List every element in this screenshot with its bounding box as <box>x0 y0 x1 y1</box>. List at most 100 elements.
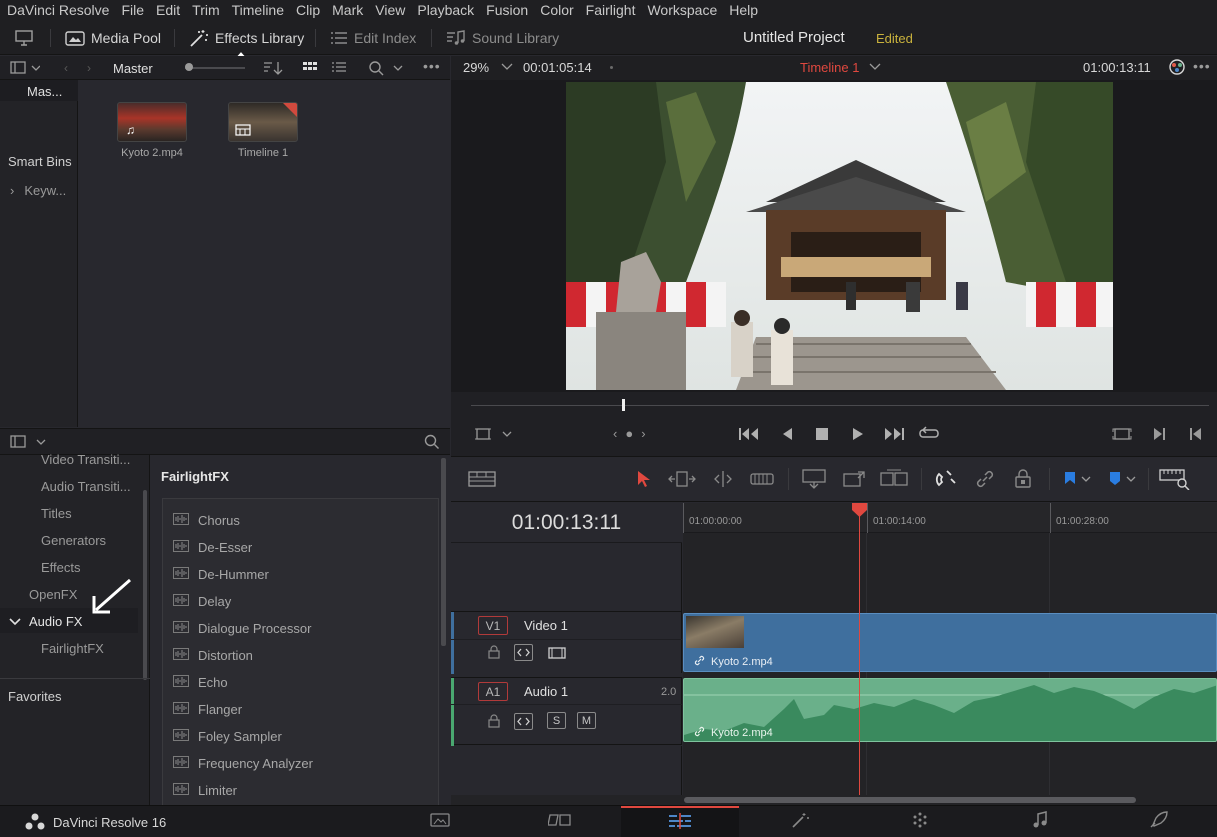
marker-icon[interactable] <box>1107 470 1137 493</box>
forward-nav-icon[interactable]: › <box>87 61 91 75</box>
fx-item-flanger[interactable]: Flanger <box>173 699 242 719</box>
mute-button[interactable]: M <box>577 712 596 729</box>
play-reverse-icon[interactable] <box>780 426 794 447</box>
list-view-icon[interactable] <box>331 61 347 80</box>
menu-edit[interactable]: Edit <box>150 2 186 18</box>
timeline-selector[interactable]: Timeline 1 <box>800 60 859 75</box>
tree-video-transitions[interactable]: Video Transiti... <box>41 452 130 467</box>
zoom-level[interactable]: 29% <box>463 60 489 75</box>
fx-item-de-esser[interactable]: De-Esser <box>173 537 252 557</box>
tree-fairlightfx[interactable]: FairlightFX <box>41 641 104 656</box>
thumbnail-size-slider[interactable] <box>185 67 245 69</box>
video-clip[interactable]: Kyoto 2.mp4 <box>683 613 1217 672</box>
mark-out-icon[interactable] <box>1188 426 1204 447</box>
smart-bin-keywords[interactable]: › Keyw... <box>10 183 66 198</box>
viewer-options-icon[interactable] <box>475 426 513 447</box>
fairlight-page-button[interactable] <box>981 806 1099 837</box>
clip-thumbnail-kyoto[interactable]: ♫ <box>117 102 187 142</box>
audio-clip[interactable]: Kyoto 2.mp4 <box>683 678 1217 742</box>
menu-workspace[interactable]: Workspace <box>641 2 723 18</box>
replace-clip-icon[interactable] <box>879 469 909 494</box>
timeline-scrollbar[interactable] <box>684 797 1136 803</box>
playhead[interactable] <box>859 503 860 795</box>
loop-icon[interactable] <box>918 425 940 448</box>
slider-handle[interactable] <box>185 63 193 71</box>
tree-titles[interactable]: Titles <box>41 506 72 521</box>
fx-item-foley-sampler[interactable]: Foley Sampler <box>173 726 282 746</box>
timeline-view-options-icon[interactable] <box>468 470 496 493</box>
menu-color[interactable]: Color <box>534 2 579 18</box>
menu-playback[interactable]: Playback <box>411 2 480 18</box>
more-options-icon[interactable]: ••• <box>1193 58 1211 74</box>
menu-file[interactable]: File <box>115 2 150 18</box>
jog-control[interactable]: ‹ ● › <box>613 426 646 441</box>
fx-item-delay[interactable]: Delay <box>173 591 231 611</box>
more-options-icon[interactable]: ••• <box>423 58 441 74</box>
overwrite-clip-icon[interactable] <box>841 469 869 494</box>
fx-item-de-hummer[interactable]: De-Hummer <box>173 564 269 584</box>
menu-view[interactable]: View <box>369 2 411 18</box>
fx-item-dialogue-processor[interactable]: Dialogue Processor <box>173 618 311 638</box>
stop-icon[interactable] <box>815 426 829 447</box>
sort-icon[interactable] <box>262 60 284 81</box>
deliver-page-button[interactable] <box>1101 806 1217 837</box>
position-lock-icon[interactable] <box>1014 469 1032 494</box>
video-track-badge[interactable]: V1 <box>478 616 508 635</box>
playhead-marker-icon[interactable] <box>851 503 868 517</box>
timeline-ruler[interactable]: 01:00:00:00 01:00:14:00 01:00:28:00 <box>683 503 1217 533</box>
audio-track-badge[interactable]: A1 <box>478 682 508 701</box>
flag-icon[interactable] <box>1062 470 1092 493</box>
menu-timeline[interactable]: Timeline <box>226 2 290 18</box>
dynamic-trim-icon[interactable] <box>709 470 737 493</box>
search-icon[interactable] <box>368 60 404 81</box>
fx-item-echo[interactable]: Echo <box>173 672 228 692</box>
scrub-handle[interactable] <box>622 399 626 411</box>
menu-clip[interactable]: Clip <box>290 2 326 18</box>
auto-select-icon[interactable] <box>514 644 533 661</box>
play-icon[interactable] <box>851 426 865 447</box>
panel-toggle-icon[interactable] <box>10 60 41 81</box>
auto-select-icon[interactable] <box>514 713 533 730</box>
tree-effects[interactable]: Effects <box>41 560 81 575</box>
fx-item-distortion[interactable]: Distortion <box>173 645 253 665</box>
clip-thumbnail-timeline[interactable] <box>228 102 298 142</box>
tree-openfx[interactable]: OpenFX <box>29 587 77 602</box>
video-toggle-icon[interactable] <box>547 644 566 661</box>
solo-button[interactable]: S <box>547 712 566 729</box>
mark-in-icon[interactable] <box>1151 426 1167 447</box>
menu-mark[interactable]: Mark <box>326 2 369 18</box>
lock-icon[interactable] <box>487 645 501 664</box>
cut-page-button[interactable] <box>501 806 619 837</box>
media-page-button[interactable] <box>381 806 499 837</box>
linked-selection-icon[interactable] <box>975 469 995 494</box>
insert-clip-icon[interactable] <box>800 469 828 494</box>
go-to-end-icon[interactable] <box>883 426 905 447</box>
back-nav-icon[interactable]: ‹ <box>64 61 68 75</box>
menu-trim[interactable]: Trim <box>186 2 225 18</box>
trim-tool-icon[interactable] <box>668 470 696 493</box>
fx-tree-scrollbar[interactable] <box>143 490 147 680</box>
fx-item-frequency-analyzer[interactable]: Frequency Analyzer <box>173 753 313 773</box>
bin-master-item[interactable]: Mas... <box>0 80 78 101</box>
timeline-zoom-icon[interactable] <box>1159 468 1191 495</box>
blade-tool-icon[interactable] <box>750 470 774 493</box>
grid-view-icon[interactable] <box>302 61 318 80</box>
fx-item-limiter[interactable]: Limiter <box>173 780 237 800</box>
menu-help[interactable]: Help <box>723 2 764 18</box>
workspace-toggle-button[interactable] <box>14 20 34 55</box>
fx-search-icon[interactable] <box>424 434 440 455</box>
tree-audio-fx[interactable]: Audio FX <box>29 614 82 629</box>
match-frame-icon[interactable] <box>1112 426 1132 447</box>
scrub-bar[interactable] <box>471 405 1209 406</box>
selection-tool-icon[interactable] <box>636 470 652 493</box>
fx-item-chorus[interactable]: Chorus <box>173 510 240 530</box>
tree-audio-transitions[interactable]: Audio Transiti... <box>41 479 131 494</box>
fx-list-scrollbar[interactable] <box>441 458 446 646</box>
fusion-page-button[interactable] <box>741 806 859 837</box>
snapping-icon[interactable] <box>935 469 957 494</box>
media-pool-button[interactable]: Media Pool <box>65 20 161 55</box>
color-wheel-icon[interactable] <box>1168 58 1186 79</box>
menu-fairlight[interactable]: Fairlight <box>580 2 642 18</box>
menu-app[interactable]: DaVinci Resolve <box>0 2 115 18</box>
chevron-down-icon[interactable] <box>501 59 513 74</box>
